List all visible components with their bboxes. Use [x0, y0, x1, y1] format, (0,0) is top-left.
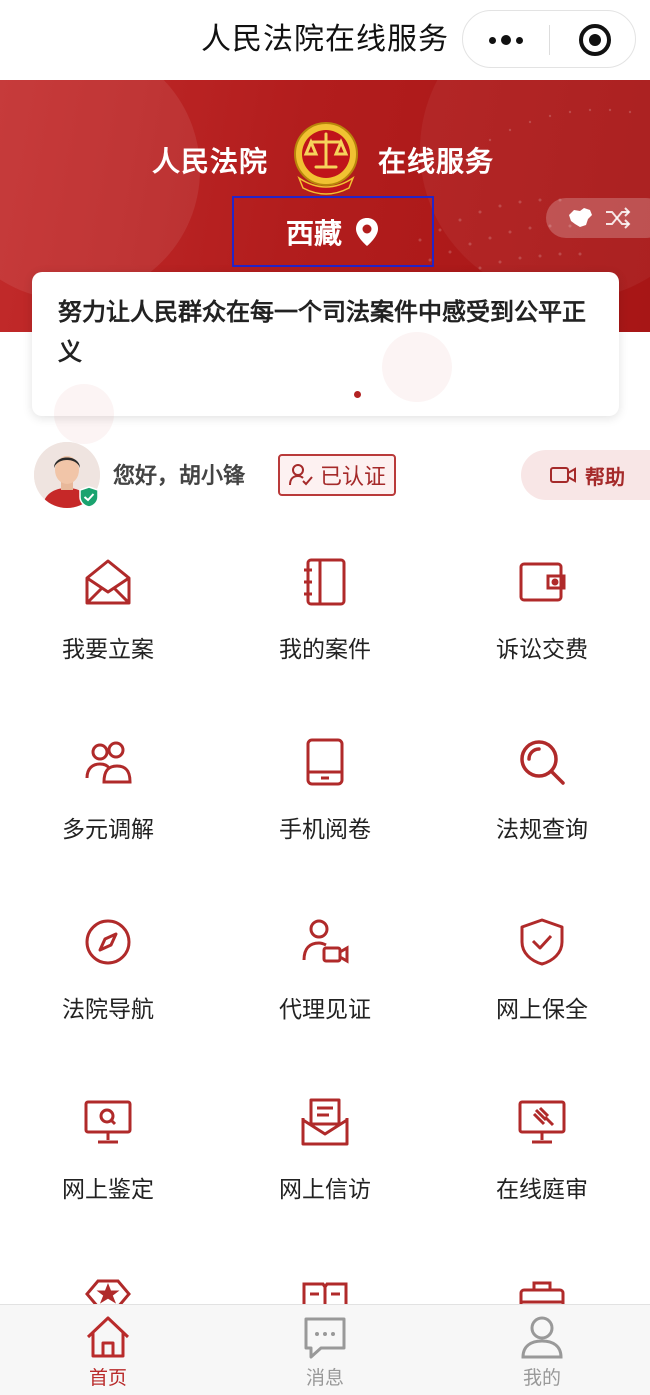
location-name: 西藏 — [285, 216, 342, 250]
location-pin-icon — [356, 217, 378, 246]
service-label: 网上信访 — [279, 1177, 371, 1203]
people-icon — [85, 741, 132, 784]
china-map-icon — [569, 208, 592, 227]
service-agent-witness[interactable]: 代理见证 — [217, 918, 433, 1098]
tab-label: 首页 — [88, 1367, 127, 1389]
service-label: 网上鉴定 — [62, 1177, 154, 1203]
shuffle-icon — [606, 207, 631, 229]
service-label: 多元调解 — [62, 817, 154, 843]
banner-title-left: 人民法院 — [152, 145, 269, 178]
message-icon — [304, 1317, 346, 1359]
service-online-trial[interactable]: 在线庭审 — [434, 1098, 650, 1278]
service-online-preservation[interactable]: 网上保全 — [434, 918, 650, 1098]
service-label: 手机阅卷 — [279, 817, 371, 843]
location-selector[interactable]: 西藏 — [232, 196, 434, 267]
service-regulation-search[interactable]: 法规查询 — [434, 738, 650, 918]
service-label: 我的案件 — [279, 637, 371, 663]
capsule-divider — [549, 25, 550, 55]
help-button[interactable]: 帮助 — [521, 450, 650, 500]
home-icon — [86, 1316, 130, 1358]
service-litigation-fee[interactable]: 诉讼交费 — [434, 558, 650, 738]
mini-program-capsule — [462, 10, 636, 68]
close-icon[interactable] — [579, 24, 611, 56]
service-mediation[interactable]: 多元调解 — [0, 738, 216, 918]
video-camera-icon — [550, 467, 576, 483]
slogan-carousel[interactable]: 努力让人民群众在每一个司法案件中感受到公平正义 — [32, 272, 619, 444]
person-video-icon — [302, 919, 349, 964]
service-label: 网上保全 — [496, 997, 588, 1023]
service-file-case[interactable]: 我要立案 — [0, 558, 216, 738]
profile-icon — [521, 1316, 563, 1359]
user-greeting: 您好，胡小锋 — [113, 464, 246, 489]
tab-label: 消息 — [305, 1367, 344, 1389]
more-options-icon[interactable] — [463, 11, 549, 69]
gavel-screen-icon — [518, 1100, 566, 1144]
user-verified-icon — [288, 464, 313, 486]
shield-check-icon — [520, 918, 564, 966]
service-label: 法院导航 — [62, 997, 154, 1023]
navbar: 人民法院在线服务 — [0, 0, 650, 80]
service-label: 我要立案 — [62, 637, 154, 663]
magnifier-icon — [520, 740, 565, 785]
help-label: 帮助 — [585, 464, 625, 489]
slogan-text: 努力让人民群众在每一个司法案件中感受到公平正义 — [58, 298, 586, 366]
banner-title-right: 在线服务 — [378, 145, 495, 178]
card-decoration — [382, 332, 452, 402]
service-mobile-file-review[interactable]: 手机阅卷 — [217, 738, 433, 918]
service-label: 法规查询 — [496, 817, 588, 843]
service-label: 代理见证 — [279, 997, 371, 1023]
mail-letter-icon — [301, 1098, 349, 1146]
tablet-icon — [306, 738, 344, 786]
service-court-navigation[interactable]: 法院导航 — [0, 918, 216, 1098]
verified-shield-icon — [79, 486, 99, 508]
tab-label: 我的 — [522, 1367, 561, 1389]
wallet-icon — [519, 562, 566, 602]
service-label: 诉讼交费 — [496, 637, 588, 663]
carousel-indicator — [354, 391, 361, 398]
service-online-petition[interactable]: 网上信访 — [217, 1098, 433, 1278]
card-decoration — [54, 384, 114, 444]
bottom-tab-bar: 首页 消息 我的 — [0, 1304, 650, 1395]
compass-icon — [85, 919, 131, 965]
banner-decoration — [0, 80, 200, 300]
court-emblem-icon — [294, 122, 358, 195]
envelope-icon — [85, 559, 131, 605]
auth-status-label: 已认证 — [319, 465, 386, 490]
service-label: 在线庭审 — [496, 1177, 588, 1203]
auth-status-badge[interactable]: 已认证 — [278, 454, 396, 496]
service-online-appraisal[interactable]: 网上鉴定 — [0, 1098, 216, 1278]
region-switch-button[interactable] — [546, 198, 650, 238]
monitor-search-icon — [84, 1100, 132, 1144]
tab-messages[interactable]: 消息 — [217, 1305, 433, 1395]
notebook-icon — [304, 558, 346, 606]
tab-home[interactable]: 首页 — [0, 1305, 216, 1395]
tab-profile[interactable]: 我的 — [434, 1305, 650, 1395]
service-my-cases[interactable]: 我的案件 — [217, 558, 433, 738]
